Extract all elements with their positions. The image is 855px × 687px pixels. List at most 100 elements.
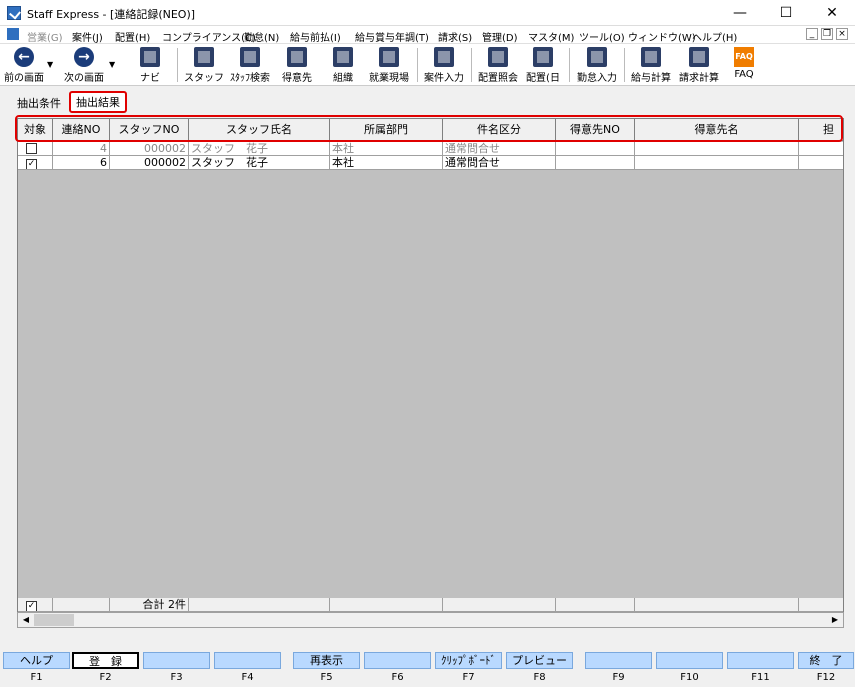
fkey-number: F6 — [391, 672, 404, 683]
help-fkey-button[interactable]: ヘルプ — [3, 652, 70, 669]
menu-sales[interactable]: 営業(G) — [27, 29, 63, 44]
f3-fkey-button[interactable] — [143, 652, 210, 669]
tab-results[interactable]: 抽出結果 — [69, 91, 127, 113]
column-header-staff-no[interactable]: スタッフNO — [110, 119, 189, 141]
menu-payroll[interactable]: 給与賞与年調(T) — [355, 29, 429, 44]
column-header-client-name[interactable]: 得意先名 — [635, 119, 799, 141]
scroll-right-icon[interactable]: ▶ — [827, 613, 843, 627]
menu-billing[interactable]: 請求(S) — [438, 29, 472, 44]
faq-label: FAQ — [734, 69, 754, 80]
org-button[interactable]: 組織 — [323, 46, 363, 84]
case-input-icon — [434, 47, 454, 67]
arrow-right-icon: → — [74, 47, 94, 67]
f10-fkey-button[interactable] — [656, 652, 723, 669]
client-no-cell — [556, 142, 635, 156]
staff-name-cell: スタッフ 花子 — [189, 142, 330, 156]
menu-assign[interactable]: 配置(H) — [115, 29, 150, 44]
forward-dropdown-icon[interactable]: ▼ — [109, 60, 115, 69]
staff-name-cell: スタッフ 花子 — [189, 156, 330, 170]
back-button[interactable]: ← 前の画面 — [3, 46, 45, 84]
toolbar-separator — [569, 48, 570, 82]
menu-master[interactable]: マスタ(M) — [528, 29, 574, 44]
column-header-subject[interactable]: 件名区分 — [443, 119, 556, 141]
billing-button[interactable]: 請求計算 — [676, 46, 722, 84]
case-input-button[interactable]: 案件入力 — [421, 46, 467, 84]
fkey-number: F3 — [170, 672, 183, 683]
f11-fkey-button[interactable] — [727, 652, 794, 669]
forward-label: 次の画面 — [64, 73, 104, 84]
staff-button[interactable]: スタッフ — [184, 46, 224, 84]
target-cell[interactable] — [18, 142, 53, 156]
menu-tools[interactable]: ツール(O) — [579, 29, 625, 44]
target-checkbox[interactable] — [26, 143, 37, 154]
column-header-owner[interactable]: 担 — [799, 119, 843, 141]
minimize-button[interactable]: — — [717, 0, 763, 26]
mdi-restore-button[interactable]: ❐ — [821, 28, 833, 40]
tab-conditions[interactable]: 抽出条件 — [17, 95, 61, 111]
horizontal-scrollbar[interactable]: ◀ ▶ — [17, 612, 844, 628]
org-label: 組織 — [333, 73, 353, 84]
fkey-number: F7 — [462, 672, 475, 683]
maximize-button[interactable]: ☐ — [763, 0, 809, 26]
window-title: Staff Express - [連絡記録(NEO)] — [27, 8, 196, 21]
clipboard-fkey-button[interactable]: ｸﾘｯﾌﾟﾎﾞｰﾄﾞ — [435, 652, 502, 669]
mdi-close-button[interactable]: × — [836, 28, 848, 40]
staff-search-label: ｽﾀｯﾌ検索 — [230, 73, 270, 84]
column-header-target[interactable]: 対象 — [18, 119, 53, 141]
staff-no-cell: 000002 — [110, 156, 189, 170]
menu-compliance[interactable]: コンプライアンス(C) — [162, 29, 256, 44]
owner-cell — [799, 156, 843, 170]
app-icon — [7, 6, 21, 20]
preview-fkey-button[interactable]: プレビュー — [506, 652, 573, 669]
assign-query-button[interactable]: 配置照会 — [475, 46, 521, 84]
column-header-department[interactable]: 所属部門 — [330, 119, 443, 141]
f9-fkey-button[interactable] — [585, 652, 652, 669]
target-checkbox[interactable]: ✓ — [26, 159, 37, 169]
refresh-fkey-button[interactable]: 再表示 — [293, 652, 360, 669]
f4-fkey-button[interactable] — [214, 652, 281, 669]
main-content: 抽出条件 抽出結果 対象 連絡NO スタッフNO スタッフ氏名 所属部門 件名区… — [5, 86, 850, 646]
summary-target-cell[interactable]: ✓ — [18, 598, 53, 612]
back-label: 前の画面 — [4, 73, 44, 84]
f6-fkey-button[interactable] — [364, 652, 431, 669]
toolbar-separator — [624, 48, 625, 82]
fkey-number: F4 — [241, 672, 254, 683]
attendance-button[interactable]: 勤怠入力 — [574, 46, 620, 84]
client-button[interactable]: 得意先 — [277, 46, 317, 84]
staff-search-button[interactable]: ｽﾀｯﾌ検索 — [226, 46, 274, 84]
attendance-icon — [587, 47, 607, 67]
staff-no-cell: 000002 — [110, 142, 189, 156]
column-header-client-no[interactable]: 得意先NO — [556, 119, 635, 141]
owner-cell — [799, 142, 843, 156]
exit-fkey-button[interactable]: 終 了 — [798, 652, 854, 669]
faq-button[interactable]: FAQ FAQ — [727, 46, 761, 84]
staff-label: スタッフ — [184, 73, 224, 84]
forward-button[interactable]: → 次の画面 — [62, 46, 106, 84]
menu-admin[interactable]: 管理(D) — [482, 29, 518, 44]
assign-day-button[interactable]: 配置(日 — [523, 46, 563, 84]
toolbar-separator — [177, 48, 178, 82]
column-header-staff-name[interactable]: スタッフ氏名 — [189, 119, 330, 141]
worksite-button[interactable]: 就業現場 — [366, 46, 412, 84]
billing-icon — [689, 47, 709, 67]
mdi-minimize-button[interactable]: _ — [806, 28, 818, 40]
scroll-thumb[interactable] — [34, 614, 74, 626]
payroll-button[interactable]: 給与計算 — [628, 46, 674, 84]
column-header-contact-no[interactable]: 連絡NO — [53, 119, 110, 141]
menu-advance[interactable]: 給与前払(I) — [290, 29, 341, 44]
scroll-left-icon[interactable]: ◀ — [18, 613, 34, 627]
menu-help[interactable]: ヘルプ(H) — [692, 29, 737, 44]
client-label: 得意先 — [282, 73, 312, 84]
select-all-checkbox[interactable]: ✓ — [26, 601, 37, 611]
close-button[interactable]: ✕ — [809, 0, 855, 26]
assign-query-icon — [488, 47, 508, 67]
register-fkey-button[interactable]: 登 録 — [72, 652, 139, 669]
menu-attendance[interactable]: 勤怠(N) — [244, 29, 279, 44]
summary-cell — [330, 598, 443, 612]
case-input-label: 案件入力 — [424, 73, 464, 84]
menu-case[interactable]: 案件(J) — [72, 29, 103, 44]
navi-button[interactable]: ナビ — [130, 46, 170, 84]
back-dropdown-icon[interactable]: ▼ — [47, 60, 53, 69]
target-cell[interactable]: ✓ — [18, 156, 53, 170]
menu-window[interactable]: ウィンドウ(W) — [628, 29, 696, 44]
